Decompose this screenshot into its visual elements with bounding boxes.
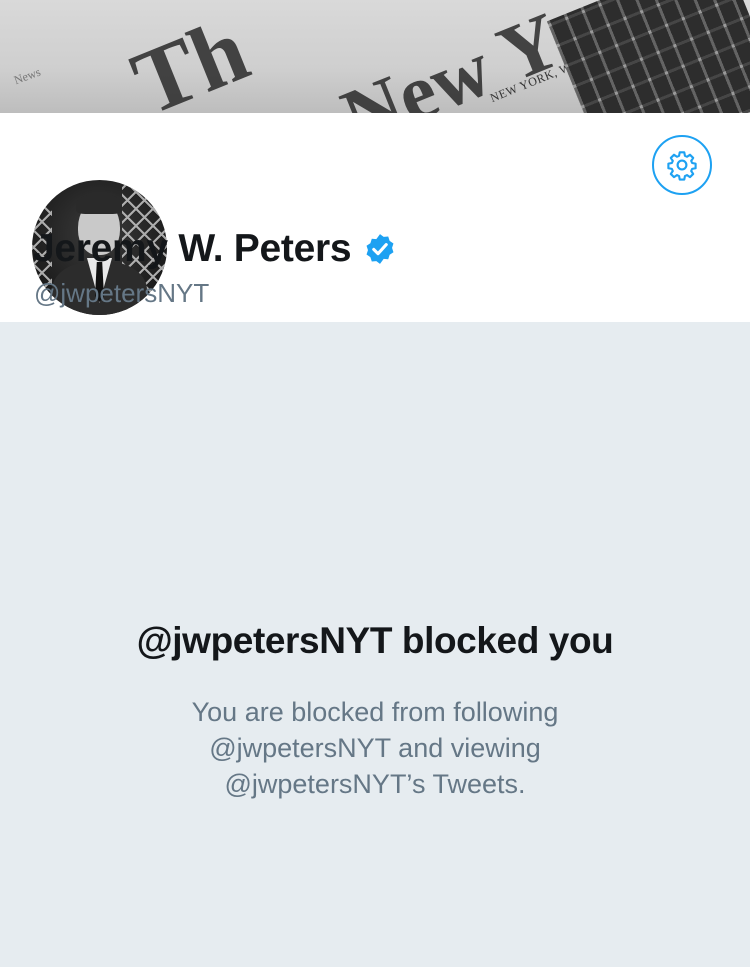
blocked-notice: @jwpetersNYT blocked you You are blocked… xyxy=(0,322,750,967)
gear-icon xyxy=(667,151,697,181)
blocked-message-line: @jwpetersNYT and viewing xyxy=(209,733,541,763)
blocked-title: @jwpetersNYT blocked you xyxy=(136,620,614,661)
banner-corner-text: News xyxy=(12,64,43,88)
blocked-message-line: @jwpetersNYT’s Tweets. xyxy=(224,769,526,799)
blocked-message-line: You are blocked from following xyxy=(191,697,559,727)
profile-banner: Th New Y NEW YORK, WEDNESDAY, JU News xyxy=(0,0,750,113)
banner-masthead-left: Th xyxy=(118,0,262,113)
banner-photo-grid xyxy=(546,0,750,113)
profile-header: Jeremy W. Peters @jwpetersNYT xyxy=(0,113,750,322)
blocked-message: You are blocked from following @jwpeters… xyxy=(120,694,630,802)
profile-handle: @jwpetersNYT xyxy=(34,278,210,308)
display-name: Jeremy W. Peters xyxy=(33,227,352,270)
avatar-hair xyxy=(76,194,122,214)
settings-button[interactable] xyxy=(652,135,712,195)
profile-name-row: Jeremy W. Peters xyxy=(33,227,397,271)
verified-badge-icon xyxy=(366,234,394,264)
banner-masthead-right: New Y xyxy=(330,0,573,113)
